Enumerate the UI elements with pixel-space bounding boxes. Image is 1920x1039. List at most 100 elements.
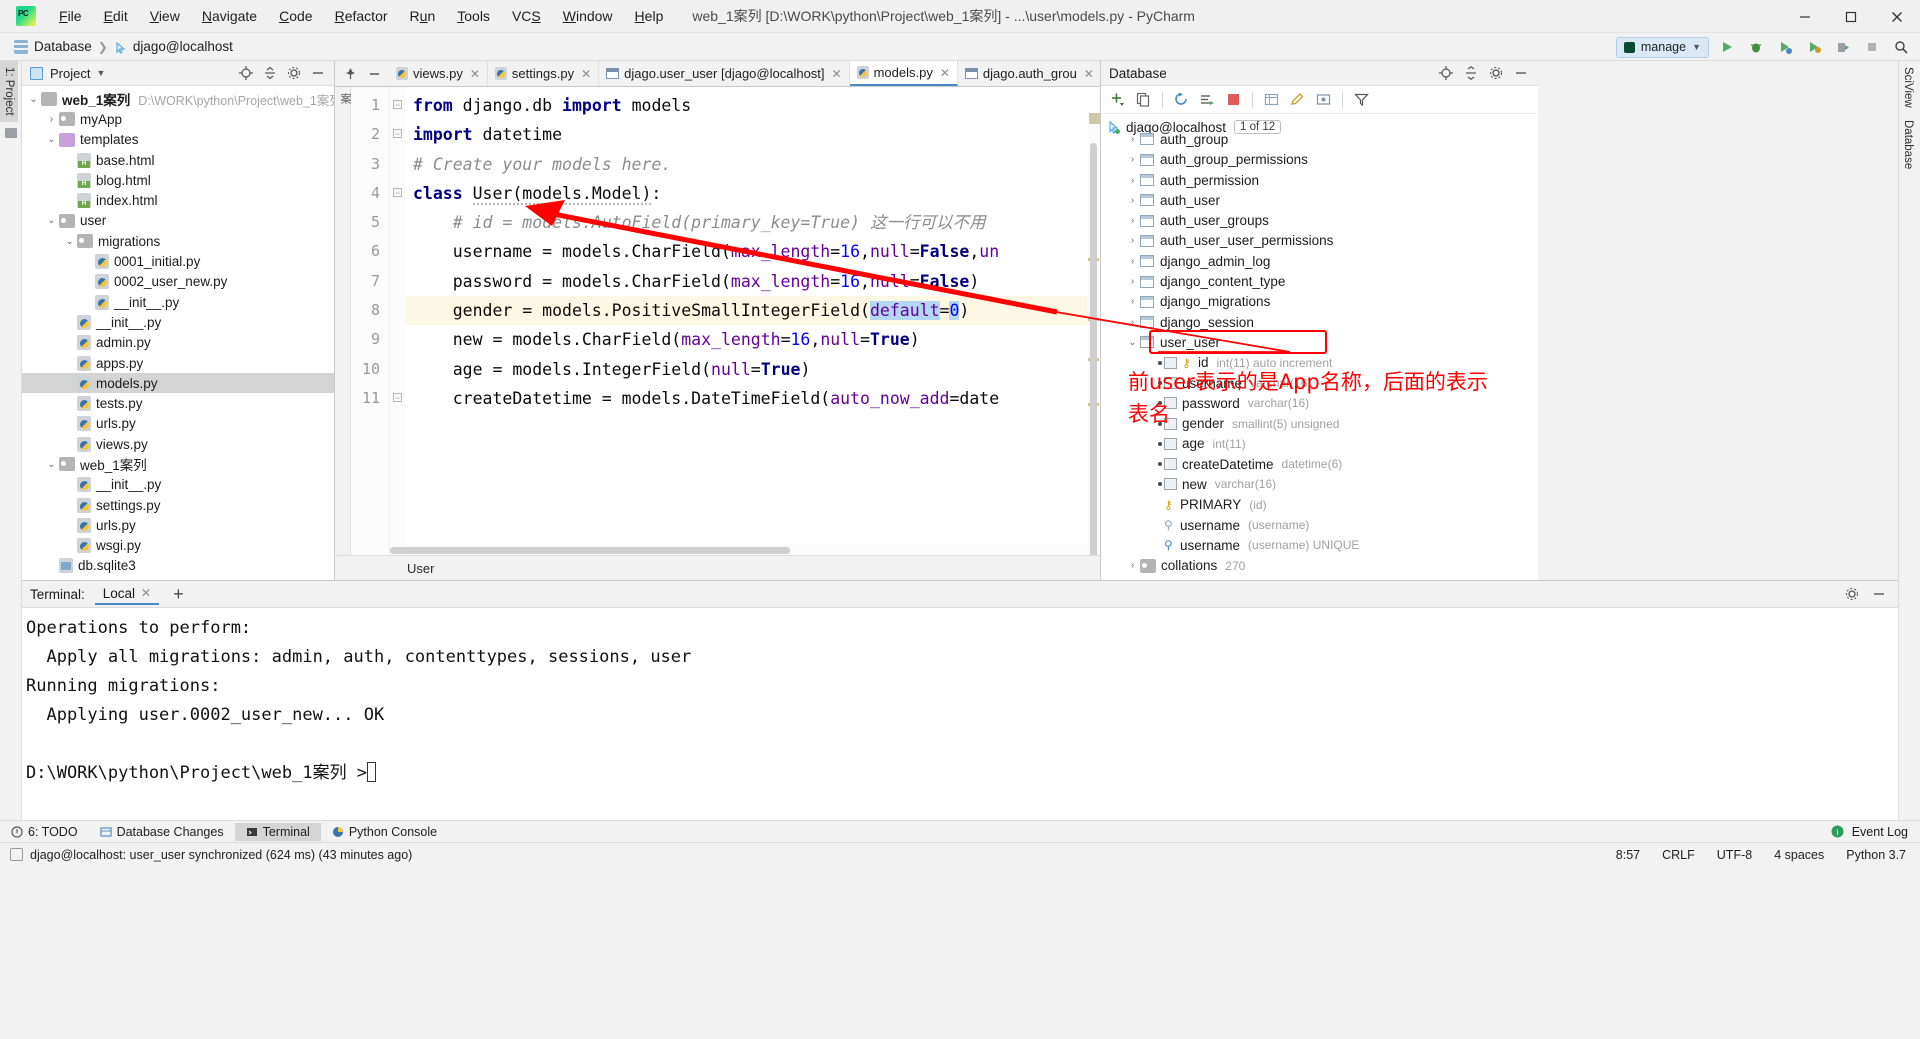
- bottom-item-database-changes[interactable]: Database Changes: [89, 823, 235, 841]
- bottom-right-actions[interactable]: i Event Log: [1831, 825, 1920, 839]
- gear-icon[interactable]: [1841, 583, 1863, 605]
- refresh-icon[interactable]: [1171, 89, 1192, 110]
- menu-item-navigate[interactable]: Navigate: [191, 4, 268, 28]
- project-tree[interactable]: ⌄ web_1案列 D:\WORK\python\Project\web_1案列 › m…: [22, 86, 334, 580]
- menu-item-help[interactable]: Help: [624, 4, 675, 28]
- lock-icon[interactable]: [10, 848, 23, 861]
- database-tree-item[interactable]: › auth_group_permissions: [1101, 150, 1538, 170]
- project-tree-item[interactable]: __init__.py: [22, 292, 334, 312]
- code-editor[interactable]: 1 2 3 4 5 6 7 8 9 10 11 − − − − from django.db import…: [335, 87, 1100, 555]
- database-tree-item[interactable]: ⌄ user_user: [1101, 332, 1538, 352]
- duplicate-icon[interactable]: [1133, 89, 1154, 110]
- terminal-tab-local[interactable]: Local ✕: [94, 584, 160, 605]
- filter-icon[interactable]: [1351, 89, 1372, 110]
- database-tree-item[interactable]: ⚲ username (username) UNIQUE: [1101, 535, 1538, 555]
- fold-toggle-icon[interactable]: −: [390, 91, 405, 120]
- project-tree-item[interactable]: index.html: [22, 190, 334, 210]
- fold-toggle-icon[interactable]: −: [390, 179, 405, 208]
- close-icon[interactable]: ✕: [141, 586, 151, 600]
- database-tree-item[interactable]: › auth_group: [1101, 129, 1538, 149]
- breadcrumb-connection[interactable]: djago@localhost: [133, 39, 233, 54]
- editor-vertical-scrollbar[interactable]: [1087, 113, 1100, 555]
- chevron-right-icon[interactable]: ›: [1125, 296, 1140, 307]
- hide-panel-icon[interactable]: [307, 62, 329, 84]
- chevron-down-icon[interactable]: ⌄: [26, 94, 41, 105]
- menu-item-view[interactable]: View: [139, 4, 191, 28]
- status-indent[interactable]: 4 spaces: [1774, 848, 1824, 862]
- database-tree-item[interactable]: › django_content_type: [1101, 271, 1538, 291]
- sync-icon[interactable]: [1197, 89, 1218, 110]
- rail-tab-sciview[interactable]: SciView: [1899, 61, 1917, 114]
- database-tree-item[interactable]: new varchar(16): [1101, 474, 1538, 494]
- project-tree-item[interactable]: tests.py: [22, 393, 334, 413]
- terminal-add-button[interactable]: +: [173, 584, 184, 605]
- schema-badge[interactable]: 1 of 12: [1234, 120, 1282, 135]
- navbar-actions[interactable]: manage ▼: [1615, 33, 1912, 61]
- menu-item-code[interactable]: Code: [268, 4, 323, 28]
- status-line-separator[interactable]: CRLF: [1662, 848, 1695, 862]
- project-tree-item[interactable]: apps.py: [22, 353, 334, 373]
- fold-toggle-icon[interactable]: −: [390, 384, 405, 413]
- minimize-button[interactable]: [1782, 0, 1828, 33]
- scroll-thumb-horizontal[interactable]: [390, 547, 790, 554]
- gear-icon[interactable]: [283, 62, 305, 84]
- hide-panel-icon[interactable]: [1868, 583, 1890, 605]
- project-tree-item[interactable]: urls.py: [22, 515, 334, 535]
- edit-icon[interactable]: [1287, 89, 1308, 110]
- database-tree-item[interactable]: username varchar(16): [1101, 373, 1538, 393]
- bottom-item-todo[interactable]: 6: TODO: [0, 823, 89, 841]
- table-icon[interactable]: [1261, 89, 1282, 110]
- editor-breadcrumb[interactable]: User: [335, 555, 1100, 580]
- menu-item-tools[interactable]: Tools: [446, 4, 501, 28]
- database-tree-item[interactable]: › django_admin_log: [1101, 251, 1538, 271]
- chevron-down-icon[interactable]: ⌄: [1125, 337, 1140, 348]
- editor-tab[interactable]: settings.py ✕: [488, 61, 600, 86]
- database-tree-rows[interactable]: › auth_group › auth_group_permissions › auth_…: [1101, 129, 1538, 576]
- menu-item-vcs[interactable]: VCS: [501, 4, 552, 28]
- project-tree-item[interactable]: wsgi.py: [22, 536, 334, 556]
- breadcrumb-database[interactable]: Database: [34, 39, 92, 54]
- menu-item-file[interactable]: File: [48, 4, 93, 28]
- right-tool-rail[interactable]: SciView Database: [1898, 61, 1920, 856]
- chevron-right-icon[interactable]: ›: [44, 114, 59, 125]
- chevron-right-icon[interactable]: ›: [1125, 215, 1140, 226]
- hide-panel-icon[interactable]: [1510, 62, 1532, 84]
- pin-icon[interactable]: [339, 62, 361, 84]
- rail-tab-database[interactable]: Database: [1899, 114, 1917, 175]
- terminal-actions[interactable]: [1841, 583, 1898, 605]
- database-tree-item[interactable]: › django_session: [1101, 312, 1538, 332]
- bottom-item-terminal[interactable]: Terminal: [234, 822, 321, 841]
- menu-item-edit[interactable]: Edit: [93, 4, 139, 28]
- database-tree-item[interactable]: ⚲ username (username): [1101, 515, 1538, 535]
- close-icon[interactable]: ✕: [832, 67, 842, 81]
- fold-toggle-icon[interactable]: −: [390, 120, 405, 149]
- editor-tab-strip[interactable]: views.py ✕ settings.py ✕ djago.user_user [dj…: [335, 61, 1141, 87]
- chevron-right-icon[interactable]: ›: [1125, 134, 1140, 145]
- profile-icon[interactable]: [1803, 36, 1825, 58]
- editor-horizontal-scrollbar[interactable]: [390, 545, 1090, 555]
- project-tree-item[interactable]: __init__.py: [22, 475, 334, 495]
- database-tree[interactable]: djago@localhost 1 of 12 › auth_group › auth…: [1101, 114, 1538, 577]
- project-tree-item[interactable]: ⌄ web_1案列: [22, 454, 334, 474]
- editor-tab[interactable]: djago.auth_grou ✕: [958, 61, 1102, 86]
- status-caret-position[interactable]: 8:57: [1616, 848, 1640, 862]
- code-content[interactable]: from django.db import models import date…: [405, 87, 1100, 555]
- locate-icon[interactable]: [235, 62, 257, 84]
- editor-tab[interactable]: models.py ✕: [849, 61, 958, 86]
- database-tree-item[interactable]: age int(11): [1101, 434, 1538, 454]
- project-tree-item[interactable]: ⌄ user: [22, 211, 334, 231]
- add-icon[interactable]: [1107, 89, 1128, 110]
- project-tree-item[interactable]: db.sqlite3: [22, 556, 334, 576]
- view-data-icon[interactable]: [1313, 89, 1334, 110]
- editor-tab[interactable]: views.py ✕: [389, 61, 488, 86]
- database-panel-actions[interactable]: [1435, 62, 1538, 84]
- project-tree-item[interactable]: ⌄ migrations: [22, 231, 334, 251]
- project-tree-item[interactable]: admin.py: [22, 333, 334, 353]
- main-menu[interactable]: File Edit View Navigate Code Refactor Ru…: [48, 4, 674, 28]
- chevron-down-icon[interactable]: ▼: [96, 68, 105, 78]
- chevron-right-icon[interactable]: ›: [1125, 317, 1140, 328]
- chevron-right-icon[interactable]: ›: [1125, 154, 1140, 165]
- collapse-all-icon[interactable]: [259, 62, 281, 84]
- chevron-right-icon[interactable]: ›: [1125, 235, 1140, 246]
- stop-icon[interactable]: [1223, 89, 1244, 110]
